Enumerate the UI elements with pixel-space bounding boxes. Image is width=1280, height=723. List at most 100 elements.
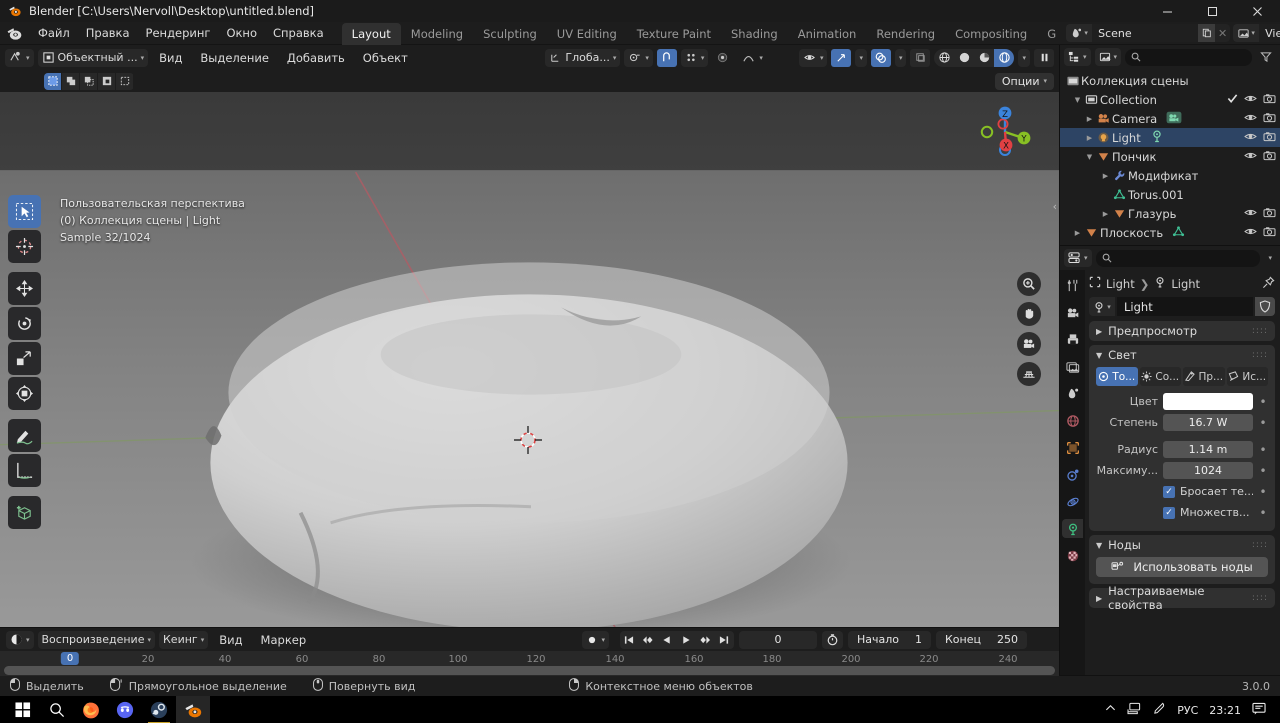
breadcrumb-data-label[interactable]: Light bbox=[1171, 277, 1200, 291]
network-icon[interactable] bbox=[1127, 702, 1142, 718]
timeline-playhead[interactable]: 0 bbox=[60, 652, 80, 665]
outliner-row-camera[interactable]: ▶ Camera bbox=[1060, 109, 1280, 128]
timeline-menu-view[interactable]: Вид bbox=[212, 630, 249, 650]
shading-wireframe[interactable] bbox=[934, 49, 954, 67]
object-tab[interactable] bbox=[1062, 438, 1083, 457]
frame-start-field[interactable]: Начало 1 bbox=[847, 630, 931, 649]
search-icon[interactable] bbox=[40, 696, 74, 723]
hide-in-viewport-icon[interactable] bbox=[1244, 131, 1257, 145]
multiple-importance-checkbox[interactable]: ✓ bbox=[1163, 506, 1175, 519]
light-type-area[interactable]: Ис... bbox=[1226, 367, 1268, 386]
fake-user-button[interactable] bbox=[1255, 297, 1275, 316]
outliner-row-donut[interactable]: ▼ Пончик bbox=[1060, 147, 1280, 166]
tool-add-cube[interactable] bbox=[8, 496, 41, 529]
discord-icon[interactable] bbox=[108, 696, 142, 723]
tool-move[interactable] bbox=[8, 272, 41, 305]
viewport-menu-object[interactable]: Объект bbox=[356, 48, 415, 68]
tool-annotate[interactable] bbox=[8, 419, 41, 452]
prev-keyframe-button[interactable] bbox=[639, 631, 658, 649]
hide-in-viewport-icon[interactable] bbox=[1244, 207, 1257, 221]
steam-icon[interactable] bbox=[142, 696, 176, 723]
start-icon[interactable] bbox=[6, 696, 40, 723]
outliner-row-collection[interactable]: ▼ Collection bbox=[1060, 90, 1280, 109]
pin-icon[interactable] bbox=[1262, 275, 1275, 292]
current-frame-field[interactable]: 0 bbox=[738, 630, 817, 649]
snap-settings[interactable]: ▾ bbox=[680, 48, 709, 67]
3d-viewport[interactable]: Пользовательская перспектива (0) Коллекц… bbox=[0, 92, 1059, 627]
chevron-up-icon[interactable] bbox=[1105, 703, 1116, 717]
menu-window[interactable]: Окно bbox=[218, 23, 265, 43]
tab-compositing[interactable]: Compositing bbox=[945, 23, 1037, 45]
auto-keying-toggle[interactable]: ▾ bbox=[582, 630, 609, 649]
snap-toggle[interactable] bbox=[656, 48, 677, 67]
proportional-edit-toggle[interactable] bbox=[712, 49, 734, 67]
outliner-row-light[interactable]: ▶ Light bbox=[1060, 128, 1280, 147]
tab-animation[interactable]: Animation bbox=[788, 23, 867, 45]
tab-sculpting[interactable]: Sculpting bbox=[473, 23, 547, 45]
new-scene-button[interactable] bbox=[1198, 24, 1216, 42]
camera-data-icon[interactable] bbox=[1166, 111, 1182, 127]
tab-layout[interactable]: Layout bbox=[341, 22, 401, 45]
mesh-data-icon[interactable] bbox=[1172, 225, 1185, 241]
custom-properties-panel[interactable]: ▶ Настраиваемые свойства :::: bbox=[1089, 584, 1275, 612]
hide-in-viewport-icon[interactable] bbox=[1244, 93, 1257, 107]
select-set-mode[interactable] bbox=[44, 72, 62, 90]
navigation-gizmo[interactable]: Z Y X bbox=[975, 102, 1035, 162]
menu-file[interactable]: Файл bbox=[30, 23, 78, 43]
maximize-button[interactable] bbox=[1190, 0, 1235, 22]
shading-material-preview[interactable] bbox=[974, 49, 994, 67]
outliner-row-scene-collection[interactable]: Коллекция сцены bbox=[1060, 71, 1280, 90]
viewlayer-tab[interactable] bbox=[1062, 357, 1083, 376]
camera-icon[interactable] bbox=[1017, 332, 1041, 356]
overlays-settings[interactable]: ▾ bbox=[894, 48, 907, 67]
gizmo-settings[interactable]: ▾ bbox=[855, 48, 867, 67]
scene-selector[interactable]: ▾ Scene ✕ bbox=[1066, 24, 1231, 42]
clock[interactable]: 23:21 bbox=[1209, 704, 1241, 717]
disclosure-triangle-icon[interactable]: ▶ bbox=[1100, 172, 1111, 180]
light-radius-value[interactable]: 1.14 m bbox=[1163, 441, 1253, 458]
animate-property-dot[interactable]: • bbox=[1258, 485, 1268, 499]
light-type-point[interactable]: То... bbox=[1096, 367, 1138, 386]
interaction-mode-selector[interactable]: Объектный ... ▾ bbox=[37, 48, 149, 67]
timeline-editor-type[interactable]: ▾ bbox=[6, 630, 34, 649]
physics-tab[interactable] bbox=[1062, 492, 1083, 511]
select-intersect-mode[interactable] bbox=[116, 72, 134, 90]
animate-property-dot[interactable]: • bbox=[1258, 464, 1268, 478]
light-data-icon[interactable] bbox=[1150, 129, 1164, 146]
sidebar-collapse-arrow[interactable]: ‹ bbox=[1053, 200, 1057, 213]
light-type-spot[interactable]: Пр... bbox=[1183, 367, 1225, 386]
tool-cursor[interactable] bbox=[8, 230, 41, 263]
zoom-icon[interactable] bbox=[1017, 272, 1041, 296]
disable-in-render-icon[interactable] bbox=[1263, 93, 1276, 107]
light-max-bounces-value[interactable]: 1024 bbox=[1163, 462, 1253, 479]
timeline-menu-keying[interactable]: Кеинг ▾ bbox=[159, 630, 209, 649]
remove-scene-button[interactable]: ✕ bbox=[1215, 24, 1230, 42]
next-keyframe-button[interactable] bbox=[696, 631, 715, 649]
hand-icon[interactable] bbox=[1017, 302, 1041, 326]
outliner-row-modifiers[interactable]: ▶ Модификат bbox=[1060, 166, 1280, 185]
timeline-scrollbar[interactable] bbox=[4, 666, 1055, 675]
proportional-falloff-selector[interactable]: ▾ bbox=[738, 49, 767, 67]
notification-icon[interactable] bbox=[1252, 702, 1266, 718]
select-extend-mode[interactable] bbox=[62, 72, 80, 90]
tab-geometry-nodes[interactable]: G bbox=[1037, 23, 1066, 45]
properties-filter-dropdown[interactable]: ▾ bbox=[1264, 249, 1276, 267]
play-reverse-button[interactable] bbox=[658, 631, 677, 649]
preview-panel[interactable]: ▶ Предпросмотр :::: bbox=[1089, 321, 1275, 341]
tool-rotate[interactable] bbox=[8, 307, 41, 340]
viewport-menu-view[interactable]: Вид bbox=[152, 48, 189, 68]
light-type-sun[interactable]: Со... bbox=[1139, 367, 1181, 386]
blender-icon[interactable] bbox=[176, 696, 210, 723]
viewport-menu-add[interactable]: Добавить bbox=[280, 48, 352, 68]
pivot-point-selector[interactable]: ▾ bbox=[624, 48, 653, 67]
disclosure-triangle-icon[interactable]: ▼ bbox=[1084, 153, 1095, 161]
jump-end-button[interactable] bbox=[715, 631, 734, 649]
use-preview-range-toggle[interactable] bbox=[821, 630, 843, 649]
cast-shadow-checkbox[interactable]: ✓ bbox=[1163, 485, 1175, 498]
shading-rendered[interactable] bbox=[994, 48, 1015, 67]
light-datablock-name[interactable]: Light bbox=[1117, 297, 1253, 316]
pen-icon[interactable] bbox=[1153, 702, 1166, 718]
custom-properties-header[interactable]: ▶ Настраиваемые свойства :::: bbox=[1089, 584, 1275, 612]
viewport-options-dropdown[interactable]: Опции ▾ bbox=[994, 72, 1054, 90]
modifier-tab[interactable] bbox=[1062, 465, 1083, 484]
